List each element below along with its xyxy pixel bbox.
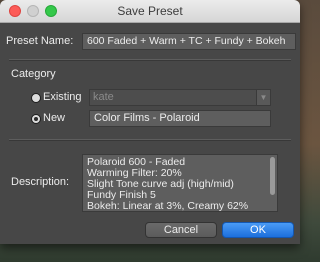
description-scrollbar[interactable] <box>270 157 275 195</box>
chevron-down-icon[interactable]: ▼ <box>256 90 270 105</box>
new-label[interactable]: New <box>43 112 65 124</box>
preset-name-label: Preset Name: <box>6 35 74 47</box>
preset-name-field[interactable]: 600 Faded + Warm + TC + Fundy + Bokeh <box>82 33 296 50</box>
ok-button[interactable]: OK <box>222 222 294 238</box>
cancel-button[interactable]: Cancel <box>145 222 217 238</box>
category-heading: Category <box>11 68 56 80</box>
existing-label[interactable]: Existing <box>43 91 82 103</box>
description-line: Bokeh: Linear at 3%, Creamy 62% <box>87 200 249 212</box>
save-preset-dialog: Save Preset Preset Name: 600 Faded + War… <box>0 0 300 244</box>
existing-radio[interactable] <box>31 93 41 103</box>
separator <box>9 139 291 141</box>
title-bar[interactable]: Save Preset <box>0 0 300 23</box>
description-textarea[interactable]: Polaroid 600 - Faded Warming Filter: 20%… <box>82 154 278 212</box>
separator <box>9 59 291 61</box>
new-category-field[interactable]: Color Films - Polaroid <box>89 110 271 127</box>
window-title: Save Preset <box>117 4 183 18</box>
new-radio[interactable] <box>31 114 41 124</box>
description-label: Description: <box>11 176 70 188</box>
existing-category-select[interactable]: kate ▼ <box>89 89 271 106</box>
existing-category-value: kate <box>93 91 114 103</box>
